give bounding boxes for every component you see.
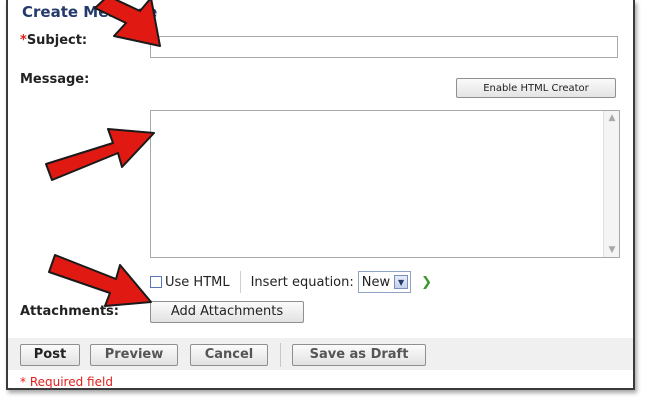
use-html-label: Use HTML xyxy=(165,274,230,290)
scroll-up-arrow-icon[interactable]: ▲ xyxy=(604,111,620,125)
post-button[interactable]: Post xyxy=(20,344,80,366)
message-options-row: Use HTML Insert equation: New ▼ ❯ xyxy=(150,270,432,294)
actions-separator xyxy=(280,343,281,367)
use-html-checkbox[interactable] xyxy=(150,276,162,288)
preview-button[interactable]: Preview xyxy=(90,344,178,366)
message-textarea[interactable]: ▲ ▼ xyxy=(150,110,620,258)
message-scrollbar[interactable]: ▲ ▼ xyxy=(603,111,619,257)
go-arrow-icon[interactable]: ❯ xyxy=(421,275,432,290)
insert-equation-label: Insert equation: xyxy=(250,274,354,290)
insert-equation-select[interactable]: New ▼ xyxy=(357,271,412,293)
subject-label-text: Subject: xyxy=(26,33,88,48)
scroll-down-arrow-icon[interactable]: ▼ xyxy=(604,243,620,257)
save-as-draft-button[interactable]: Save as Draft xyxy=(292,344,426,366)
required-field-note: * Required field xyxy=(20,375,113,389)
cancel-button[interactable]: Cancel xyxy=(190,344,268,366)
chevron-down-icon[interactable]: ▼ xyxy=(394,275,409,289)
form-title: Create Message xyxy=(22,3,158,21)
message-label: Message: xyxy=(20,72,90,87)
subject-label: *Subject: xyxy=(20,33,87,48)
options-separator xyxy=(239,271,241,293)
required-star: * xyxy=(20,33,27,48)
attachments-label: Attachments: xyxy=(20,304,119,319)
form-actions-bar: Post Preview Cancel Save as Draft xyxy=(8,338,633,370)
enable-html-creator-button[interactable]: Enable HTML Creator xyxy=(456,78,616,98)
subject-input[interactable] xyxy=(150,36,618,58)
insert-equation-selected-value: New xyxy=(361,274,391,290)
create-message-panel: Create Message *Subject: Message: Enable… xyxy=(6,0,635,390)
add-attachments-button[interactable]: Add Attachments xyxy=(150,301,304,323)
